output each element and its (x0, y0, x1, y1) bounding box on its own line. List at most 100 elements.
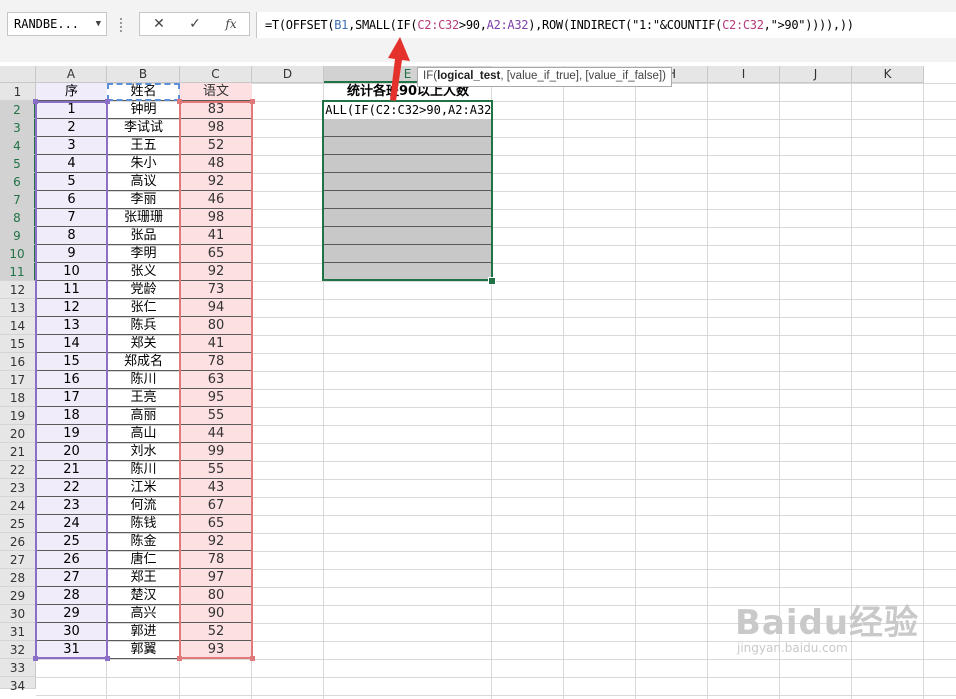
cell-score[interactable]: 94 (180, 299, 252, 317)
row-header[interactable]: 22 (0, 461, 36, 479)
result-cell[interactable] (324, 209, 492, 227)
cell-score[interactable]: 80 (180, 587, 252, 605)
row-header[interactable]: 9 (0, 227, 36, 245)
row-header[interactable]: 7 (0, 191, 36, 209)
column-header-a[interactable]: A (36, 66, 107, 83)
column-header-i[interactable]: I (708, 66, 780, 83)
cell-seq[interactable]: 13 (36, 317, 107, 335)
cell-name[interactable]: 李丽 (108, 191, 179, 209)
cell-seq[interactable]: 2 (36, 119, 107, 137)
result-cell[interactable] (324, 227, 492, 245)
range-handle[interactable] (105, 656, 110, 661)
cell-name[interactable]: 高山 (108, 425, 179, 443)
result-cell[interactable] (324, 245, 492, 263)
cell-name[interactable]: 郑成名 (108, 353, 179, 371)
cell-name[interactable]: 郑关 (108, 335, 179, 353)
cell-score[interactable]: 93 (180, 641, 252, 659)
cell-score[interactable]: 63 (180, 371, 252, 389)
row-header[interactable]: 18 (0, 389, 36, 407)
cell-score[interactable]: 44 (180, 425, 252, 443)
cell-name[interactable]: 高丽 (108, 407, 179, 425)
drag-handle[interactable] (120, 18, 122, 32)
cell-seq[interactable]: 23 (36, 497, 107, 515)
cell-seq[interactable]: 22 (36, 479, 107, 497)
cell-seq[interactable]: 3 (36, 137, 107, 155)
range-handle[interactable] (105, 99, 110, 104)
cell-score[interactable]: 83 (180, 101, 252, 119)
cell-name[interactable]: 陈金 (108, 533, 179, 551)
chevron-down-icon[interactable]: ▼ (96, 13, 101, 35)
cell-seq[interactable]: 30 (36, 623, 107, 641)
cell-score[interactable]: 92 (180, 533, 252, 551)
row-header[interactable]: 5 (0, 155, 36, 173)
row-header[interactable]: 32 (0, 641, 36, 659)
cell-score[interactable]: 41 (180, 227, 252, 245)
range-handle[interactable] (33, 656, 38, 661)
row-header[interactable]: 31 (0, 623, 36, 641)
cell-name[interactable]: 楚汉 (108, 587, 179, 605)
cell-score[interactable]: 99 (180, 443, 252, 461)
cell-score[interactable]: 41 (180, 335, 252, 353)
cell-name[interactable]: 陈兵 (108, 317, 179, 335)
cell-name[interactable]: 王五 (108, 137, 179, 155)
cell-name[interactable]: 江米 (108, 479, 179, 497)
cell-seq[interactable]: 18 (36, 407, 107, 425)
row-header[interactable]: 16 (0, 353, 36, 371)
cell-name[interactable]: 张品 (108, 227, 179, 245)
cell-score[interactable]: 65 (180, 245, 252, 263)
column-header-k[interactable]: K (852, 66, 924, 83)
row-header[interactable]: 8 (0, 209, 36, 227)
fill-handle[interactable] (488, 277, 496, 285)
cell-score[interactable]: 92 (180, 173, 252, 191)
cell-score[interactable]: 52 (180, 137, 252, 155)
range-handle[interactable] (33, 99, 38, 104)
cell-score[interactable]: 97 (180, 569, 252, 587)
cell-score[interactable]: 98 (180, 119, 252, 137)
enter-icon[interactable]: ✓ (177, 13, 213, 35)
row-header[interactable]: 11 (0, 263, 36, 281)
cell-name[interactable]: 朱小 (108, 155, 179, 173)
cell-name[interactable]: 张义 (108, 263, 179, 281)
cell-name[interactable]: 陈钱 (108, 515, 179, 533)
column-header-d[interactable]: D (252, 66, 324, 83)
result-cell[interactable] (324, 155, 492, 173)
cell-name[interactable]: 郭翼 (108, 641, 179, 659)
cell-name[interactable]: 李试试 (108, 119, 179, 137)
cell-name[interactable]: 张仁 (108, 299, 179, 317)
row-header[interactable]: 6 (0, 173, 36, 191)
row-header[interactable]: 2 (0, 101, 36, 119)
cell-seq[interactable]: 8 (36, 227, 107, 245)
row-header[interactable]: 24 (0, 497, 36, 515)
cell-seq[interactable]: 10 (36, 263, 107, 281)
cell-seq[interactable]: 15 (36, 353, 107, 371)
row-header[interactable]: 4 (0, 137, 36, 155)
row-header[interactable]: 20 (0, 425, 36, 443)
cell-seq[interactable]: 26 (36, 551, 107, 569)
cell-seq[interactable]: 17 (36, 389, 107, 407)
result-cell[interactable] (324, 119, 492, 137)
cell-score[interactable]: 43 (180, 479, 252, 497)
row-header[interactable]: 27 (0, 551, 36, 569)
cell-seq[interactable]: 31 (36, 641, 107, 659)
cell-name[interactable]: 唐仁 (108, 551, 179, 569)
row-header[interactable]: 13 (0, 299, 36, 317)
cell-name[interactable]: 刘水 (108, 443, 179, 461)
cell-name[interactable]: 高议 (108, 173, 179, 191)
cell-seq[interactable]: 16 (36, 371, 107, 389)
header-cell-b[interactable]: 姓名 (108, 83, 179, 101)
cell-seq[interactable]: 4 (36, 155, 107, 173)
cell-score[interactable]: 78 (180, 353, 252, 371)
cell-score[interactable]: 80 (180, 317, 252, 335)
row-header[interactable]: 1 (0, 83, 36, 101)
cell-score[interactable]: 55 (180, 407, 252, 425)
row-header[interactable]: 25 (0, 515, 36, 533)
result-cell[interactable] (324, 173, 492, 191)
cell-name[interactable]: 陈川 (108, 371, 179, 389)
column-header-j[interactable]: J (780, 66, 852, 83)
row-header[interactable]: 15 (0, 335, 36, 353)
cell-seq[interactable]: 7 (36, 209, 107, 227)
cell-name[interactable]: 郭进 (108, 623, 179, 641)
range-handle[interactable] (250, 99, 255, 104)
header-cell-a[interactable]: 序 (36, 83, 107, 101)
insert-function-icon[interactable]: fx (213, 13, 249, 35)
